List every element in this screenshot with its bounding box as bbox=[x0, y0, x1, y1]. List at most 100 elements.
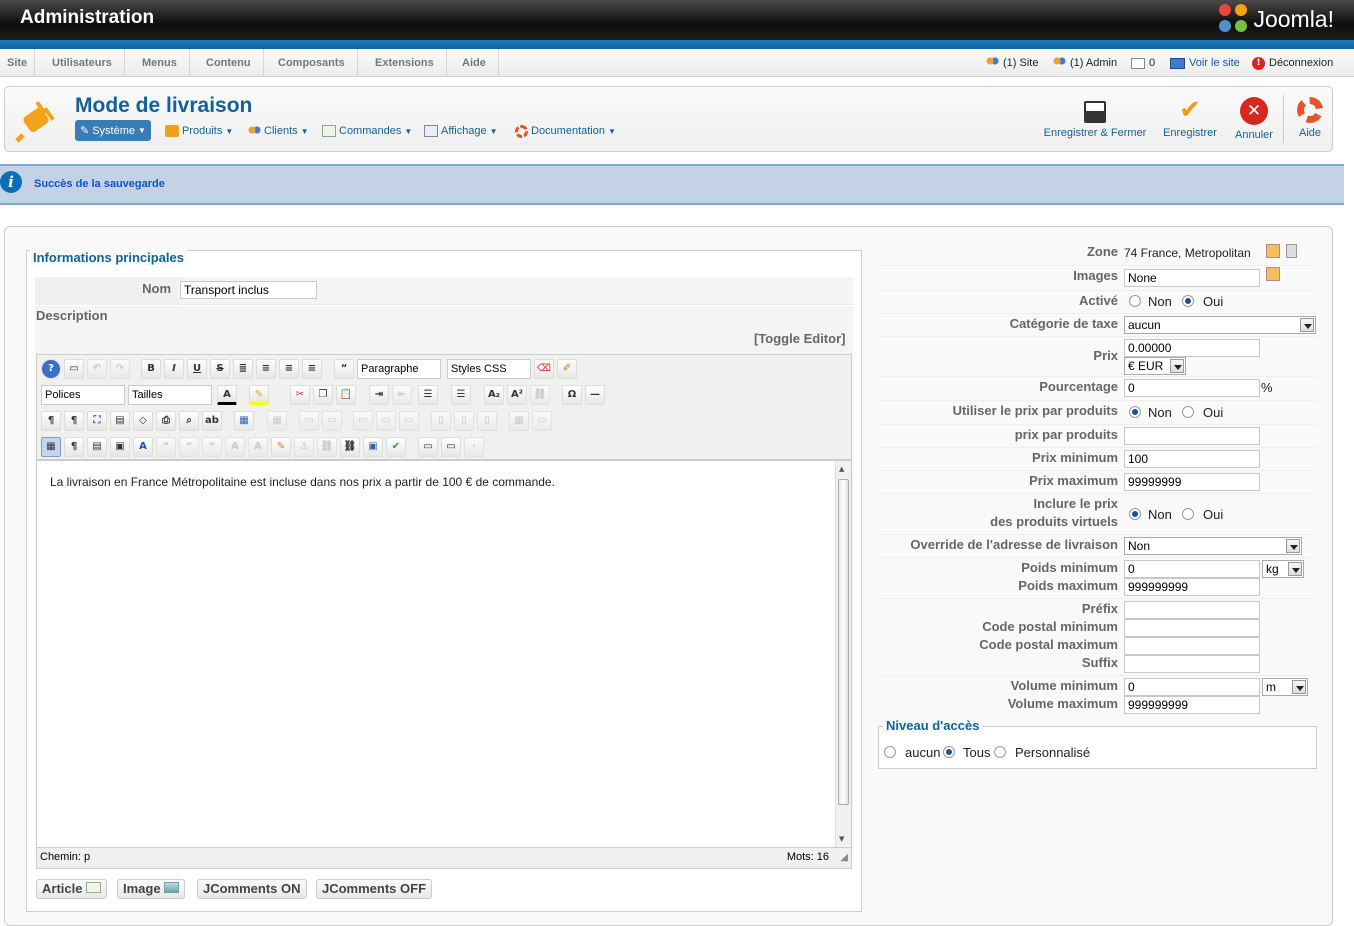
subnav-display[interactable]: Affichage ▼ bbox=[424, 121, 498, 141]
subnav-orders[interactable]: Commandes ▼ bbox=[322, 121, 412, 141]
help-icon[interactable]: ? bbox=[41, 359, 61, 379]
menu-users[interactable]: Utilisateurs bbox=[40, 49, 125, 77]
subnav-documentation[interactable]: Documentation ▼ bbox=[515, 121, 616, 141]
insert-date-icon[interactable]: ▤ bbox=[87, 437, 107, 457]
abbr-icon[interactable]: “ bbox=[179, 437, 199, 457]
access-custom-radio[interactable] bbox=[994, 746, 1006, 758]
min-volume-input[interactable]: 0 bbox=[1124, 678, 1260, 696]
insert-row-after-icon[interactable]: ▭ bbox=[376, 411, 396, 431]
menu-menus[interactable]: Menus bbox=[130, 49, 190, 77]
subnav-customers[interactable]: Clients ▼ bbox=[247, 121, 309, 141]
acronym-icon[interactable]: “ bbox=[202, 437, 222, 457]
edit-zone-icon[interactable] bbox=[1266, 244, 1280, 258]
fullscreen-icon[interactable]: ⛶ bbox=[87, 411, 107, 431]
redo-icon[interactable]: ↷ bbox=[110, 359, 130, 379]
font-size-select[interactable]: Tailles bbox=[128, 385, 212, 405]
insert-col-after-icon[interactable]: ▯ bbox=[454, 411, 474, 431]
min-weight-input[interactable]: 0 bbox=[1124, 560, 1260, 578]
readmore-icon[interactable]: ▭ bbox=[441, 437, 461, 457]
attributes-icon[interactable]: ✎ bbox=[271, 437, 291, 457]
cite-icon[interactable]: “ bbox=[156, 437, 176, 457]
joomla-logo[interactable]: Joomla! bbox=[1219, 4, 1334, 34]
insert-col-before-icon[interactable]: ▯ bbox=[431, 411, 451, 431]
styles-props-icon[interactable]: A bbox=[133, 437, 153, 457]
name-input[interactable]: Transport inclus bbox=[180, 281, 317, 299]
delete-row-icon[interactable]: ▭ bbox=[399, 411, 419, 431]
menu-components[interactable]: Composants bbox=[266, 49, 358, 77]
undo-icon[interactable]: ↶ bbox=[87, 359, 107, 379]
table-props-icon[interactable]: ▦ bbox=[267, 411, 287, 431]
indent-icon[interactable]: ⇥ bbox=[369, 385, 389, 405]
cancel-button[interactable]: ✕ Annuler bbox=[1231, 97, 1277, 141]
per-product-no-radio[interactable] bbox=[1129, 406, 1141, 418]
menu-site[interactable]: Site bbox=[0, 49, 36, 77]
highlight-icon[interactable]: ✎ bbox=[249, 385, 269, 405]
active-no-radio[interactable] bbox=[1129, 295, 1141, 307]
insert-link-icon[interactable]: ⛓ bbox=[340, 437, 360, 457]
cleanup-brush-icon[interactable]: ✐ bbox=[557, 359, 577, 379]
deletion-icon[interactable]: A bbox=[225, 437, 245, 457]
override-address-select[interactable]: Non bbox=[1124, 537, 1302, 555]
scroll-thumb[interactable] bbox=[838, 479, 849, 805]
suffix-input[interactable] bbox=[1124, 655, 1260, 673]
article-button[interactable]: Article bbox=[36, 879, 108, 899]
view-site-link[interactable]: Voir le site bbox=[1170, 49, 1240, 77]
subnav-system[interactable]: ✎ Système ▼ bbox=[75, 120, 151, 141]
cell-props-icon[interactable]: ▭ bbox=[322, 411, 342, 431]
insert-time-icon[interactable]: ▣ bbox=[110, 437, 130, 457]
insert-image-icon[interactable]: ▣ bbox=[363, 437, 383, 457]
paste-icon[interactable]: 📋 bbox=[336, 385, 356, 405]
scroll-up-icon[interactable]: ▲ bbox=[839, 465, 844, 473]
editor-body[interactable]: La livraison en France Métropolitaine es… bbox=[36, 460, 852, 848]
access-all-radio[interactable] bbox=[943, 746, 955, 758]
copy-icon[interactable]: ❐ bbox=[313, 385, 333, 405]
html-source-icon[interactable]: ◇ bbox=[133, 411, 153, 431]
subnav-products[interactable]: Produits ▼ bbox=[165, 121, 233, 141]
editor-scrollbar[interactable]: ▲ ▼ bbox=[835, 461, 851, 847]
max-volume-input[interactable]: 999999999 bbox=[1124, 696, 1260, 714]
anchor-icon[interactable]: ⚓ bbox=[294, 437, 314, 457]
superscript-icon[interactable]: A² bbox=[507, 385, 527, 405]
align-right-icon[interactable]: ≡ bbox=[302, 359, 322, 379]
jcomments-off-button[interactable]: JComments OFF bbox=[316, 879, 433, 899]
volume-unit-select[interactable]: m bbox=[1262, 678, 1308, 696]
menu-content[interactable]: Contenu bbox=[194, 49, 264, 77]
save-button[interactable]: ✔ Enregistrer bbox=[1157, 97, 1223, 139]
insertion-icon[interactable]: A bbox=[248, 437, 268, 457]
menu-help[interactable]: Aide bbox=[450, 49, 499, 77]
find-icon[interactable]: ⌕ bbox=[179, 411, 199, 431]
help-button[interactable]: Aide bbox=[1295, 97, 1325, 139]
bullet-list-icon[interactable]: ☰ bbox=[451, 385, 471, 405]
pagebreak-icon[interactable]: ▭ bbox=[418, 437, 438, 457]
split-cells-icon[interactable]: ▦ bbox=[509, 411, 529, 431]
underline-icon[interactable]: U bbox=[187, 359, 207, 379]
logout-link[interactable]: ! Déconnexion bbox=[1252, 49, 1333, 77]
styles-select[interactable]: Styles CSS bbox=[447, 359, 531, 379]
row-props-icon[interactable]: ▭ bbox=[299, 411, 319, 431]
numbered-list-icon[interactable]: ☰ bbox=[418, 385, 438, 405]
image-button[interactable]: Image bbox=[117, 879, 186, 899]
align-justify-icon[interactable]: ≣ bbox=[233, 359, 253, 379]
link-icon[interactable]: ⛓ bbox=[530, 385, 550, 405]
insert-template-icon[interactable]: ▤ bbox=[110, 411, 130, 431]
delete-col-icon[interactable]: ▯ bbox=[477, 411, 497, 431]
virtual-yes-radio[interactable] bbox=[1182, 508, 1194, 520]
min-price-input[interactable]: 100 bbox=[1124, 450, 1260, 468]
subscript-icon[interactable]: A₂ bbox=[484, 385, 504, 405]
scroll-down-icon[interactable]: ▼ bbox=[839, 835, 844, 843]
weight-unit-select[interactable]: kg bbox=[1262, 560, 1304, 578]
resize-handle-icon[interactable]: ◢ bbox=[840, 852, 848, 863]
currency-select[interactable]: € EUR bbox=[1124, 357, 1186, 375]
images-input[interactable]: None bbox=[1124, 269, 1260, 287]
special-char-icon[interactable]: Ω bbox=[562, 385, 582, 405]
horizontal-rule-icon[interactable]: — bbox=[585, 385, 605, 405]
cut-icon[interactable]: ✂ bbox=[290, 385, 310, 405]
font-family-select[interactable]: Polices bbox=[41, 385, 125, 405]
ltr-icon[interactable]: ¶ bbox=[41, 411, 61, 431]
status-site[interactable]: (1) Site bbox=[985, 49, 1038, 77]
insert-table-icon[interactable]: ▦ bbox=[234, 411, 254, 431]
strikethrough-icon[interactable]: S bbox=[210, 359, 230, 379]
replace-icon[interactable]: ab bbox=[202, 411, 222, 431]
align-center-icon[interactable]: ≡ bbox=[256, 359, 276, 379]
bold-icon[interactable]: B bbox=[141, 359, 161, 379]
